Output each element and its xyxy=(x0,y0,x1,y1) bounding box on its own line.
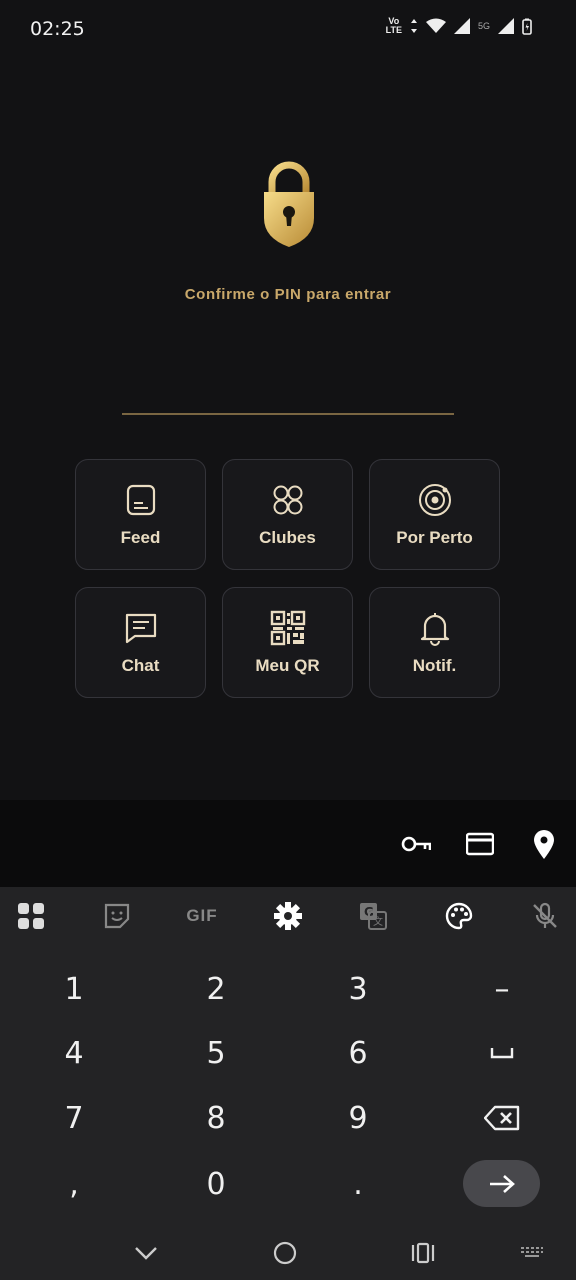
key-5[interactable]: 5 xyxy=(156,1023,276,1083)
signal-icon xyxy=(453,18,470,34)
arrow-right-icon xyxy=(489,1174,515,1193)
radar-icon xyxy=(418,483,451,516)
svg-text:文: 文 xyxy=(373,915,383,928)
shortcut-notif[interactable]: Notif. xyxy=(369,587,500,698)
palette-icon[interactable] xyxy=(444,901,474,931)
key-dash[interactable]: – xyxy=(442,959,562,1019)
signal-icon-2 xyxy=(498,18,514,34)
settings-icon[interactable] xyxy=(273,901,303,931)
key-7[interactable]: 7 xyxy=(14,1088,134,1148)
key-2[interactable]: 2 xyxy=(156,959,276,1019)
shortcut-label: Chat xyxy=(121,655,160,675)
shortcut-label: Clubes xyxy=(259,527,316,547)
shortcut-label: Por Perto xyxy=(396,527,473,547)
space-icon xyxy=(490,1048,514,1059)
battery-icon xyxy=(522,18,532,35)
feed-icon xyxy=(126,484,155,515)
network-label: 5G xyxy=(477,21,490,31)
credit-card-icon[interactable] xyxy=(466,830,494,858)
shortcut-feed[interactable]: Feed xyxy=(75,459,206,570)
volte-badge: Vo LTE xyxy=(385,16,402,35)
shortcut-clubes[interactable]: Clubes xyxy=(222,459,353,570)
recents-icon[interactable] xyxy=(403,1233,443,1273)
key-3[interactable]: 3 xyxy=(298,959,418,1019)
translate-icon[interactable]: G文 xyxy=(358,901,388,931)
shortcut-por-perto[interactable]: Por Perto xyxy=(369,459,500,570)
hide-keyboard-icon[interactable] xyxy=(126,1233,166,1273)
shortcut-label: Notif. xyxy=(412,655,457,675)
pin-lock-screen: Confirme o PIN para entrar Feed Clubes P… xyxy=(0,56,576,800)
key-1[interactable]: 1 xyxy=(14,959,134,1019)
key-0[interactable]: 0 xyxy=(156,1154,276,1214)
gif-icon[interactable]: GIF xyxy=(184,901,220,931)
key-comma[interactable]: , xyxy=(14,1154,134,1214)
shortcut-label: Meu QR xyxy=(255,655,320,675)
shortcut-meu-qr[interactable]: Meu QR xyxy=(222,587,353,698)
status-bar: 02:25 Vo LTE 5G xyxy=(0,0,576,56)
autofill-bar xyxy=(0,800,576,887)
keyboard-switch-icon[interactable] xyxy=(512,1233,552,1273)
key-9[interactable]: 9 xyxy=(298,1088,418,1148)
key-icon[interactable] xyxy=(401,830,431,858)
clubs-icon xyxy=(273,485,302,514)
key-6[interactable]: 6 xyxy=(298,1023,418,1083)
shortcut-grid: Feed Clubes Por Perto Chat Meu QR Notif. xyxy=(75,459,501,698)
key-backspace[interactable] xyxy=(442,1088,562,1148)
key-period[interactable]: . xyxy=(298,1154,418,1214)
shortcut-label: Feed xyxy=(120,527,161,547)
pin-prompt: Confirme o PIN para entrar xyxy=(184,286,392,303)
sticker-icon[interactable] xyxy=(102,901,132,931)
qr-code-icon xyxy=(270,610,305,645)
bell-icon xyxy=(420,612,449,646)
home-icon[interactable] xyxy=(265,1233,305,1273)
mic-off-icon[interactable] xyxy=(530,901,560,931)
location-pin-icon[interactable] xyxy=(533,830,555,860)
padlock-icon xyxy=(264,161,314,247)
wifi-icon xyxy=(425,18,446,33)
pin-input[interactable] xyxy=(122,413,454,415)
chat-icon xyxy=(125,613,156,643)
keyboard-toolbar: GIF G文 xyxy=(0,887,576,945)
navigation-bar xyxy=(0,1225,576,1280)
backspace-icon xyxy=(484,1105,520,1131)
shortcut-chat[interactable]: Chat xyxy=(75,587,206,698)
key-space[interactable] xyxy=(442,1023,562,1083)
enter-button[interactable] xyxy=(463,1160,540,1207)
data-arrows-icon xyxy=(410,19,417,33)
key-4[interactable]: 4 xyxy=(14,1023,134,1083)
key-8[interactable]: 8 xyxy=(156,1088,276,1148)
apps-grid-icon[interactable] xyxy=(16,901,46,931)
status-time: 02:25 xyxy=(30,18,85,40)
status-icons: Vo LTE 5G xyxy=(386,17,532,35)
